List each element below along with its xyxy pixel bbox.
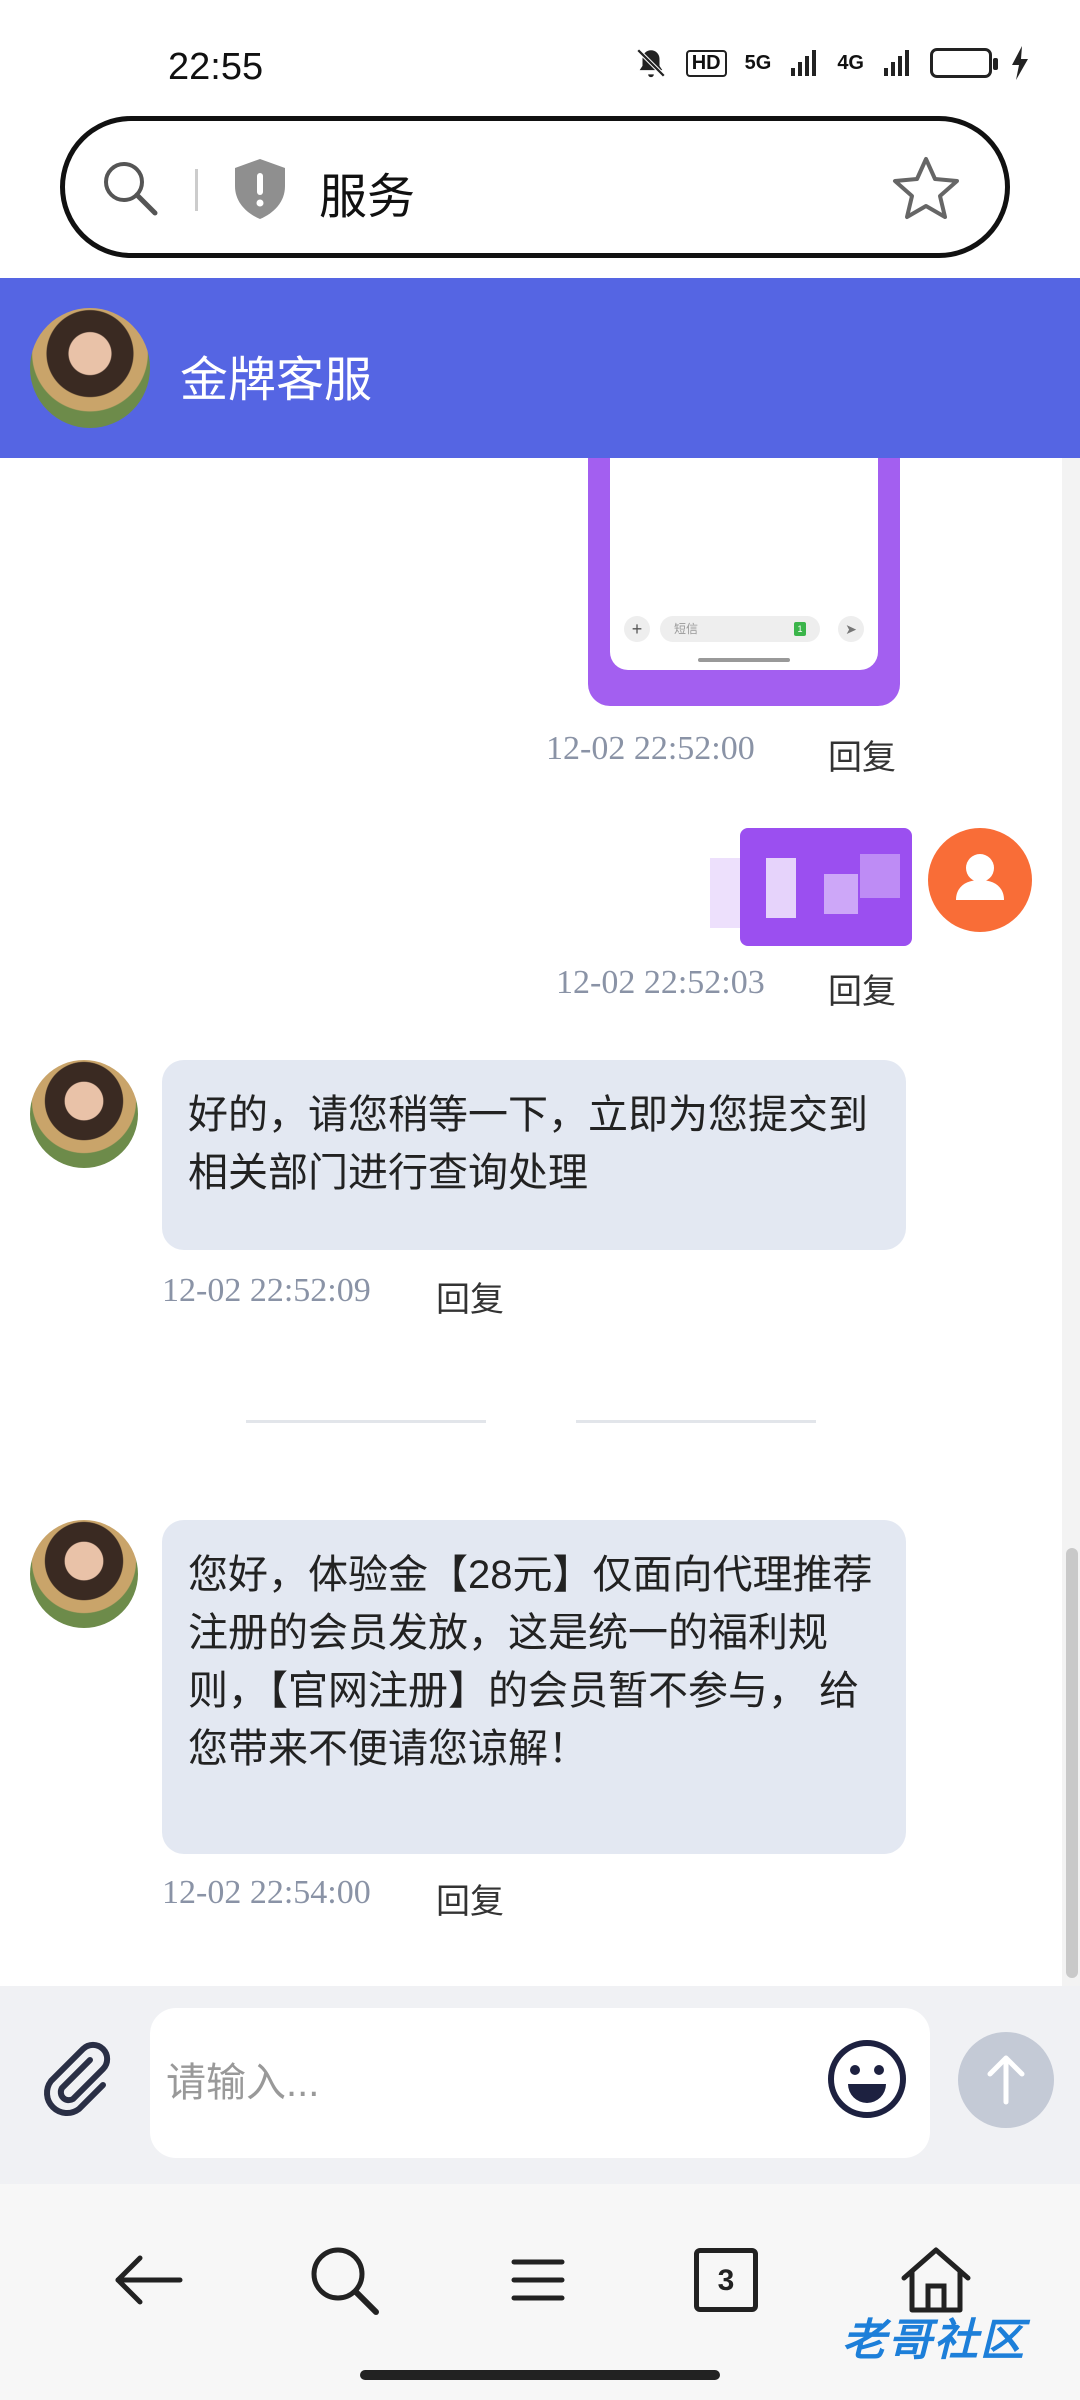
status-icons: HD 5G 4G [634, 46, 1030, 80]
home-indicator[interactable] [360, 2370, 720, 2380]
reply-link[interactable]: 回复 [828, 730, 896, 779]
agent-avatar[interactable] [30, 1520, 138, 1628]
tabs-icon[interactable]: 3 [694, 2248, 758, 2312]
chat-header: 金牌客服 [0, 278, 1080, 458]
scrollbar-thumb[interactable] [1066, 1548, 1078, 1978]
message-input-box[interactable] [150, 2008, 930, 2158]
screenshot-badge: 1 [794, 622, 806, 636]
chat-area[interactable]: + 短信 1 ➤ 12-02 22:52:00 回复 12-02 22:52:0… [0, 458, 1080, 1986]
screenshot-input-row: + 短信 1 ➤ [624, 614, 864, 644]
url-bar[interactable]: 服务 [60, 116, 1010, 258]
message-timestamp: 12-02 22:52:09 [162, 1272, 371, 1309]
url-text[interactable]: 服务 [319, 157, 415, 227]
paperclip-icon[interactable] [36, 2038, 116, 2118]
reply-link[interactable]: 回复 [828, 964, 896, 1013]
message-input[interactable] [166, 2048, 826, 2118]
sent-image-screenshot[interactable]: + 短信 1 ➤ [588, 458, 900, 706]
tab-count: 3 [717, 2264, 735, 2297]
charging-icon [1012, 46, 1028, 80]
reply-link[interactable]: 回复 [436, 1272, 504, 1321]
message-bubble: 好的，请您稍等一下，立即为您提交到相关部门进行查询处理 [162, 1060, 906, 1250]
send-arrow-icon: ➤ [838, 616, 864, 642]
signal-icon [884, 50, 909, 76]
shield-icon[interactable] [231, 157, 289, 221]
battery-icon [930, 48, 998, 78]
chat-title: 金牌客服 [180, 354, 373, 407]
bottom-nav: 3 老哥社区 [0, 2184, 1080, 2400]
input-bar [0, 1986, 1080, 2184]
user-avatar[interactable] [928, 828, 1032, 932]
network-4g-label: 4G [837, 51, 864, 74]
bell-off-icon [636, 48, 665, 78]
star-icon[interactable] [891, 155, 961, 221]
menu-icon[interactable] [496, 2238, 580, 2322]
status-time: 22:55 [168, 46, 264, 88]
screenshot-handle [698, 658, 790, 662]
message-timestamp: 12-02 22:52:00 [546, 730, 755, 767]
signal-icon [791, 50, 817, 76]
user-icon [956, 854, 1004, 900]
sent-image-pixelated[interactable] [740, 828, 912, 946]
search-icon[interactable] [302, 2238, 386, 2322]
back-arrow-icon[interactable] [106, 2238, 190, 2322]
message-timestamp: 12-02 22:54:00 [162, 1874, 371, 1911]
hd-label: HD [685, 49, 727, 77]
url-divider [195, 169, 198, 211]
send-button[interactable] [958, 2032, 1054, 2128]
emoji-icon[interactable] [826, 2038, 908, 2120]
watermark-logo: 老哥社区 [842, 2316, 1026, 2365]
agent-avatar[interactable] [30, 308, 150, 428]
screenshot-screen: + 短信 1 ➤ [610, 458, 878, 670]
divider-left [246, 1420, 486, 1423]
scrollbar[interactable] [1062, 458, 1080, 1986]
status-bar: 22:55 HD 5G 4G [0, 0, 1080, 120]
divider-right [576, 1420, 816, 1423]
agent-avatar[interactable] [30, 1060, 138, 1168]
arrow-up-icon [987, 2055, 1025, 2105]
search-icon[interactable] [99, 157, 159, 217]
message-bubble: 您好，体验金【28元】仅面向代理推荐注册的会员发放，这是统一的福利规则，【官网注… [162, 1520, 906, 1854]
screenshot-field: 短信 1 [660, 616, 820, 642]
message-timestamp: 12-02 22:52:03 [556, 964, 765, 1001]
reply-link[interactable]: 回复 [436, 1874, 504, 1923]
network-5g-label: 5G [744, 51, 772, 74]
screenshot-field-text: 短信 [674, 622, 699, 636]
plus-icon: + [624, 616, 650, 642]
